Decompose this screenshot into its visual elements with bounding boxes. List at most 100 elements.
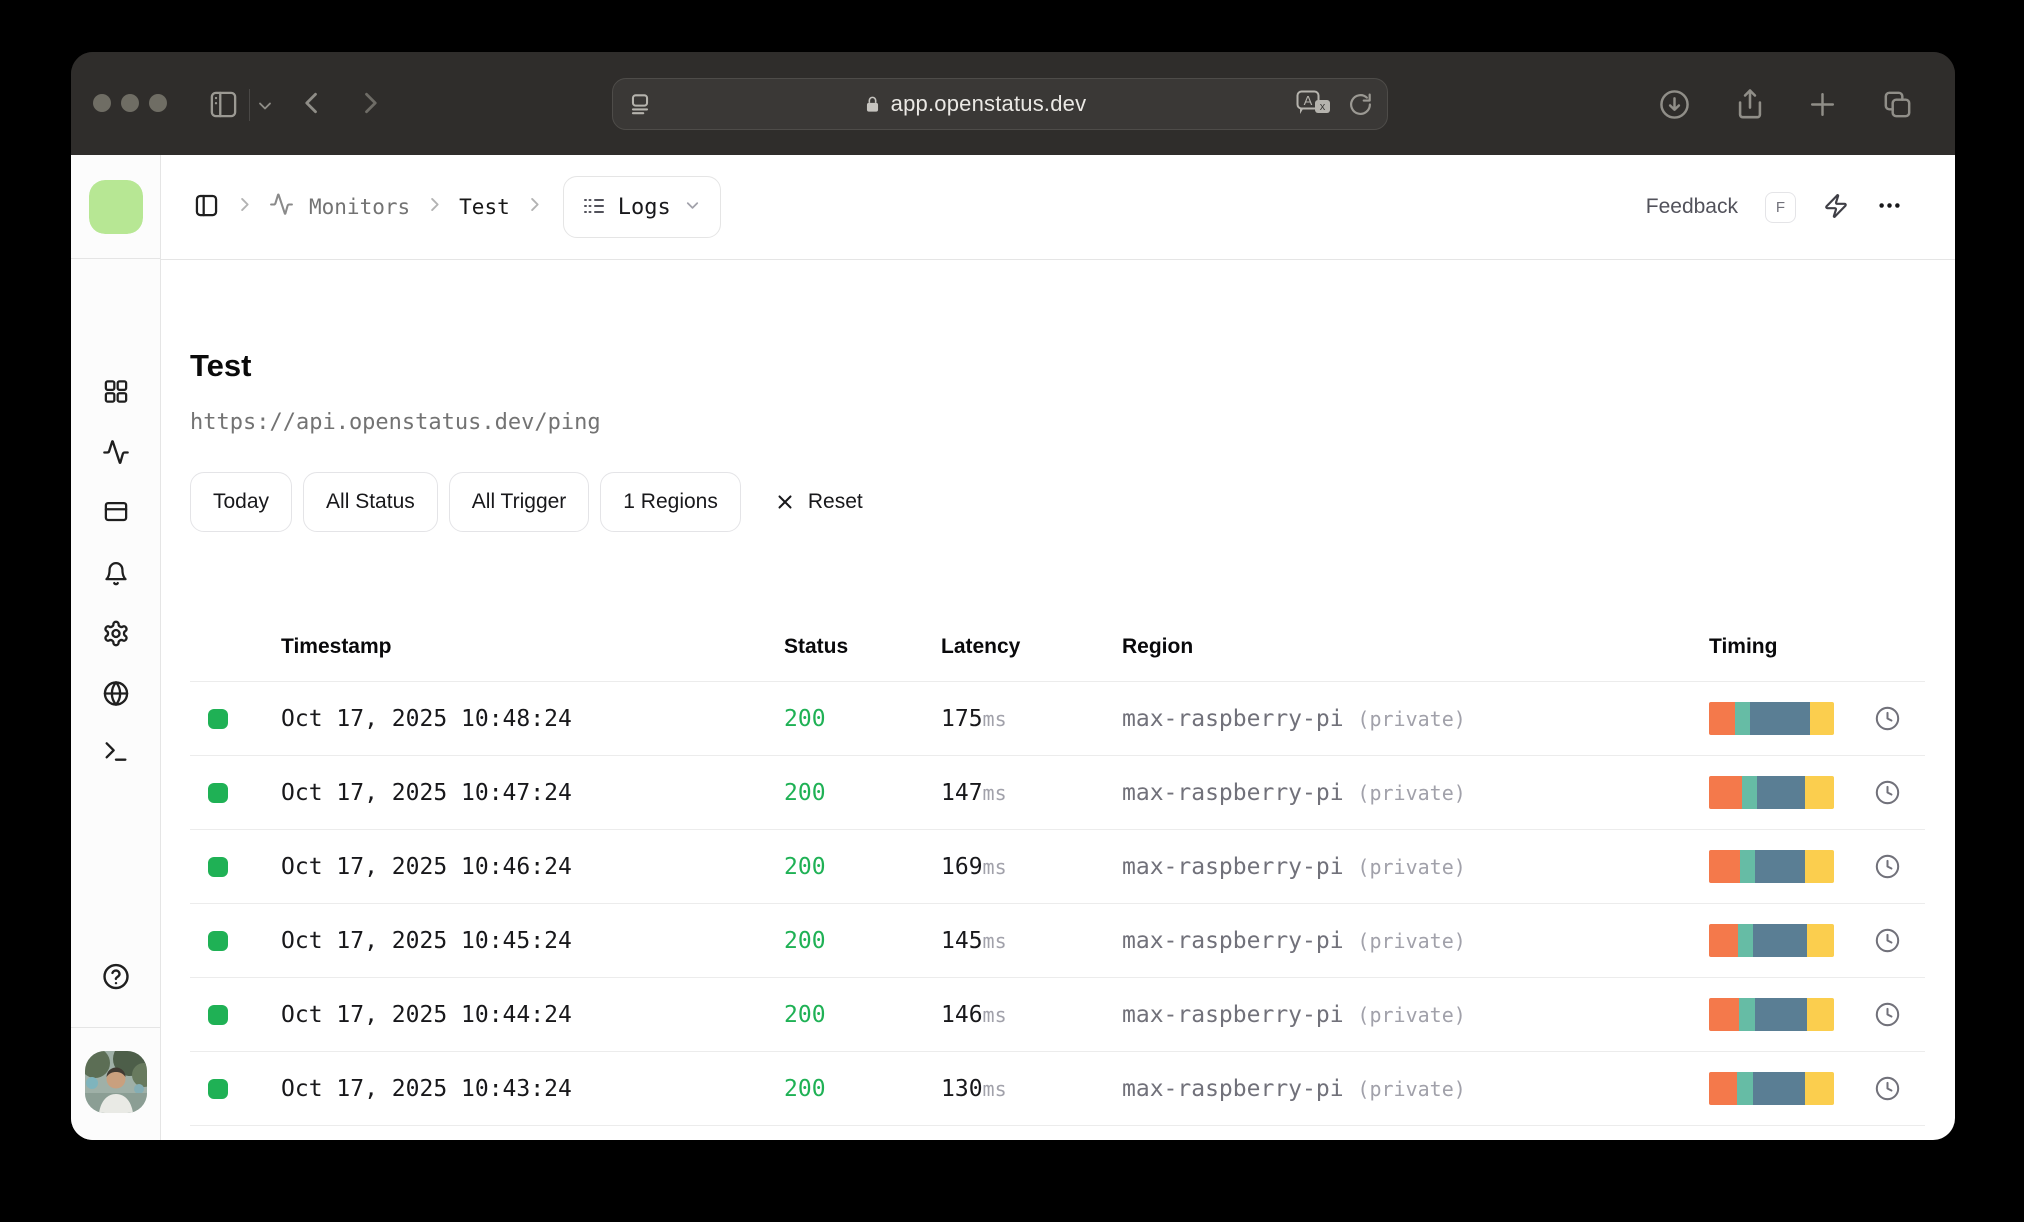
table-row[interactable]: Oct 17, 2025 10:44:24 200 146ms max-rasp… [190,978,1925,1052]
latency-cell: 146ms [941,1001,1007,1028]
region-private-note: (private) [1357,1002,1466,1027]
share-icon[interactable] [1733,86,1767,122]
clock-icon[interactable] [1850,705,1925,732]
breadcrumb-monitor-name[interactable]: Test [459,195,510,219]
status-ok-dot [208,708,228,729]
zoom-button[interactable] [149,94,167,112]
new-tab-icon[interactable] [1807,89,1838,120]
timing-bar [1709,702,1834,735]
timing-segment [1755,998,1807,1031]
back-icon[interactable] [298,88,328,118]
filter-button[interactable]: All Trigger [448,472,590,532]
logs-view-select[interactable]: Logs [562,176,721,238]
minimize-button[interactable] [121,94,139,112]
sidebar-item-settings[interactable] [102,620,130,651]
status-code-cell: 200 [784,1001,826,1028]
browser-titlebar: app.openstatus.dev Ax [71,52,1955,155]
filter-button[interactable]: Today [190,472,293,532]
timing-segment [1805,776,1834,809]
timing-segment [1752,1072,1806,1105]
region-private-note: (private) [1357,780,1466,805]
timing-segment [1806,924,1834,957]
clock-icon[interactable] [1850,853,1925,880]
table-row[interactable]: Oct 17, 2025 10:45:24 200 145ms max-rasp… [190,904,1925,978]
sidebar-item-notifications[interactable] [102,560,129,590]
feedback-button[interactable]: Feedback [1646,195,1738,219]
table-row[interactable]: Oct 17, 2025 10:47:24 200 147ms max-rasp… [190,756,1925,830]
latency-unit: ms [982,928,1007,953]
timing-segment [1750,702,1811,735]
reset-filters-button[interactable]: Reset [760,472,877,532]
status-code-cell: 200 [784,705,826,732]
timing-segment [1756,776,1806,809]
panel-toggle-icon[interactable] [193,192,220,222]
clock-icon[interactable] [1850,779,1925,806]
region-cell: max-raspberry-pi (private) [1122,927,1466,954]
status-dot-cell [190,1078,281,1099]
page-content: Test https://api.openstatus.dev/ping Tod… [161,350,1955,1126]
sidebar-toggle-icon[interactable] [208,89,239,120]
clock-icon[interactable] [1850,927,1925,954]
sidebar-item-globe[interactable] [102,680,130,711]
page-icon [627,91,653,117]
table-row[interactable]: Oct 17, 2025 10:46:24 200 169ms max-rasp… [190,830,1925,904]
timestamp-cell: Oct 17, 2025 10:46:24 [281,853,572,880]
address-text: app.openstatus.dev [890,91,1087,116]
breadcrumb-monitors[interactable]: Monitors [309,195,410,219]
sidebar-divider [71,1027,160,1028]
latency-cell: 147ms [941,779,1007,806]
reset-label: Reset [807,490,863,513]
forward-icon[interactable] [354,88,384,118]
tab-overview-icon[interactable] [1881,88,1914,121]
address-bar[interactable]: app.openstatus.dev Ax [612,78,1388,130]
timing-segment [1741,776,1757,809]
column-header-latency: Latency [941,634,1021,658]
table-row[interactable]: Oct 17, 2025 10:48:24 200 175ms max-rasp… [190,682,1925,756]
browser-window: app.openstatus.dev Ax Monitors Test Logs… [71,52,1955,1140]
sidebar-item-status-pages[interactable] [102,498,129,528]
page-title: Test [190,348,252,383]
download-icon[interactable] [1658,88,1691,121]
table-header-row: Timestamp Status Latency Region Timing [190,612,1925,682]
sidebar-item-terminal[interactable] [102,738,130,769]
chevron-down-icon[interactable] [255,96,275,116]
status-ok-dot [208,782,228,803]
timing-segment [1739,998,1756,1031]
sidebar-item-monitors[interactable] [102,439,130,470]
timing-bar [1709,776,1834,809]
more-options-icon[interactable] [1876,192,1903,222]
user-avatar[interactable] [84,1051,147,1113]
table-row[interactable]: Oct 17, 2025 10:43:24 200 130ms max-rasp… [190,1052,1925,1126]
timing-cell [1709,702,1850,735]
filter-button[interactable]: 1 Regions [600,472,741,532]
main-panel: Monitors Test Logs Feedback F Test https… [161,155,1955,1140]
app-header: Monitors Test Logs Feedback F [161,155,1955,260]
timing-cell [1709,1072,1850,1105]
region-private-note: (private) [1357,1076,1466,1101]
x-icon [778,495,792,509]
clock-icon[interactable] [1850,1001,1925,1028]
status-code-cell: 200 [784,779,826,806]
status-code-cell: 200 [784,927,826,954]
zap-icon[interactable] [1823,193,1849,222]
status-dot-cell [190,708,281,729]
breadcrumb-separator-icon [525,195,544,219]
filter-button[interactable]: All Status [303,472,438,532]
app-body: Monitors Test Logs Feedback F Test https… [71,155,1955,1140]
close-button[interactable] [93,94,111,112]
reload-icon[interactable] [1348,92,1373,117]
timing-cell [1709,776,1850,809]
status-dot-cell [190,1004,281,1025]
help-icon[interactable] [101,962,130,994]
workspace-logo[interactable] [88,179,143,234]
sidebar-item-dashboard[interactable] [102,378,129,408]
timing-bar [1709,1072,1834,1105]
timing-segment [1805,850,1834,883]
clock-icon[interactable] [1850,1075,1925,1102]
translate-icon[interactable]: Ax [1296,90,1332,118]
timing-bar [1709,998,1834,1031]
timing-cell [1709,924,1850,957]
latency-cell: 175ms [941,705,1007,732]
latency-unit: ms [982,706,1007,731]
app-sidebar [71,155,161,1140]
